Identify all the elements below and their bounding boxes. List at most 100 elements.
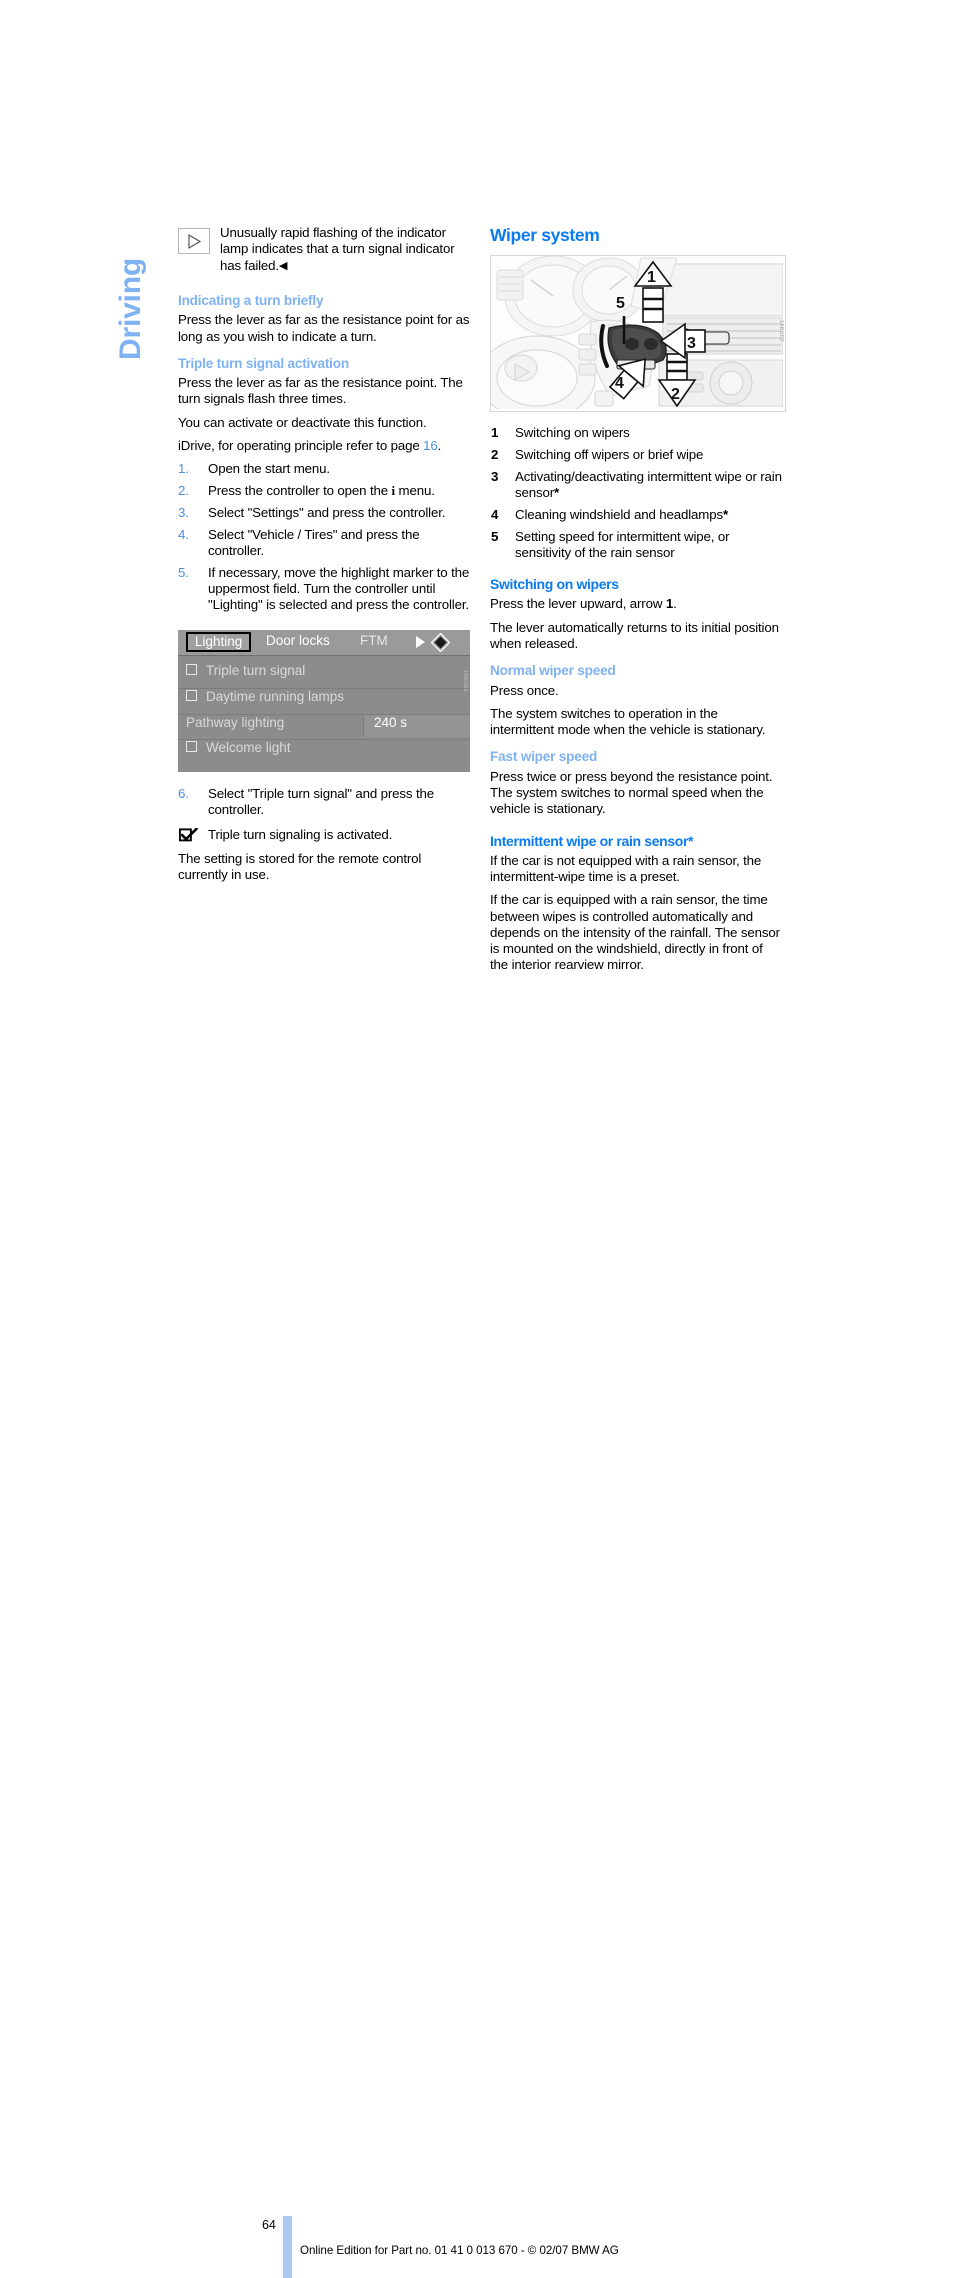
result-confirmation-text: Triple turn signaling is activated. [208,827,393,843]
paragraph-lever-returns: The lever automatically returns to its i… [490,619,779,651]
step-text: Select "Settings" and press the controll… [208,504,446,520]
step-number: 2. [178,483,189,499]
footer-accent-bar [283,2216,292,2278]
illustration-caption: 1ABGDF [778,320,784,343]
option-asterisk: * [722,506,728,522]
step-text: Open the start menu. [208,461,330,477]
svg-text:3: 3 [687,335,696,352]
idrive-ref-suffix: . [437,438,442,453]
idrive-row-label: Daytime running lamps [206,688,345,704]
procedure-steps-list-continued: 6. Select "Triple turn signal" and press… [178,786,470,819]
step-number: 5. [178,564,189,580]
play-triangle-icon [178,228,210,254]
page-title: Wiper system [490,225,600,245]
idrive-row-label: Pathway lighting [186,714,285,730]
footer-edition-note: Online Edition for Part no. 01 41 0 013 … [300,2244,619,2257]
list-item: 5. If necessary, move the highlight mark… [178,565,470,614]
illustration-legend: 1 Switching on wipers 2 Switching off wi… [490,425,784,561]
heading-normal-wiper-speed: Normal wiper speed [490,663,616,679]
list-item: 3 Activating/deactivating intermittent w… [490,469,784,502]
note-block: Unusually rapid flashing of the indicato… [178,225,470,274]
page-reference-link[interactable]: 16 [423,438,438,453]
checkbox-icon[interactable] [186,740,197,752]
idrive-row-triple-turn-signal[interactable]: Triple turn signal [178,663,305,678]
paragraph-indicating-turn: Press the lever as far as the resistance… [178,312,470,344]
list-item: 5 Setting speed for intermittent wipe, o… [490,529,784,562]
controller-diamond-icon[interactable] [430,632,451,653]
paragraph-no-rain-sensor: If the car is not equipped with a rain s… [490,852,762,884]
chapter-side-tab: Driving [100,222,160,362]
list-item: 4. Select "Vehicle / Tires" and press th… [178,527,470,560]
option-asterisk: * [554,485,560,501]
step-text: Select "Triple turn signal" and press th… [208,785,435,817]
list-item: 2 Switching off wipers or brief wipe [490,447,784,463]
press-lever-text: Press the lever upward, arrow [490,596,666,612]
press-lever-suffix: . [673,596,677,612]
note-text-body: Unusually rapid flashing of the indicato… [220,225,455,273]
idrive-tab-ftm[interactable]: FTM [360,633,388,648]
step-number: 4. [178,526,189,542]
step-number: 6. [178,785,189,801]
paragraph-idrive-reference: iDrive, for operating principle refer to… [178,438,470,454]
svg-text:4: 4 [615,375,624,392]
paragraph-press-lever-upward: Press the lever upward, arrow 1. [490,596,784,612]
step-number: 3. [178,504,189,520]
checkbox-icon[interactable] [186,689,197,701]
wiper-illustration-svg: 5 1 2 3 4 [491,256,784,412]
idrive-row-welcome-light[interactable]: Welcome light [178,740,291,755]
idrive-row-daytime-running-lamps[interactable]: Daytime running lamps [178,689,344,704]
legend-number: 1 [491,425,499,441]
idrive-row-label: Welcome light [206,739,291,755]
svg-text:5: 5 [616,295,625,312]
paragraph-intermittent-mode: The system switches to operation in the … [490,705,766,738]
step-text-after: menu. [395,483,435,499]
legend-number: 5 [491,528,499,544]
right-column: Wiper system 5 1 2 3 4 1ABGDF 1 Switchin… [490,225,786,981]
idrive-screenshot: Lighting Door locks FTM Triple turn sign… [178,629,470,772]
list-item: 1 Switching on wipers [490,425,784,441]
heading-fast-wiper-speed: Fast wiper speed [490,749,598,765]
step-text-before: Press the controller to open the [208,483,392,499]
legend-text: Switching off wipers or brief wipe [515,446,704,462]
paragraph-closing: The setting is stored for the remote con… [178,850,422,882]
page-number: 64 [262,2218,276,2232]
heading-indicating-a-turn-briefly: Indicating a turn briefly [178,292,324,308]
procedure-steps-list: 1. Open the start menu. 2. Press the con… [178,461,470,613]
legend-number: 4 [491,506,499,522]
heading-triple-turn-signal-activation: Triple turn signal activation [178,355,349,371]
list-item: 2. Press the controller to open the i me… [178,483,470,499]
chapter-side-tab-label: Driving [114,258,147,360]
idrive-tab-door-locks[interactable]: Door locks [266,633,330,648]
checkbox-icon[interactable] [186,663,197,675]
svg-text:2: 2 [671,386,680,403]
idrive-tab-lighting[interactable]: Lighting [186,631,252,652]
left-column: Unusually rapid flashing of the indicato… [178,225,470,890]
page-footer: 64 Online Edition for Part no. 01 41 0 0… [0,1108,954,2278]
idrive-row-pathway-lighting[interactable]: Pathway lighting [178,715,284,730]
heading-intermittent-wipe-or-rain-sensor: Intermittent wipe or rain sensor* [490,832,694,849]
paragraph-press-once: Press once. [490,682,559,698]
arrow-number-bold: 1 [665,596,674,612]
idrive-row-value: 240 s [374,714,408,730]
legend-text: Setting speed for intermittent wipe, or … [515,528,730,560]
paragraph-normal-speed-stationary: The system switches to normal speed when… [490,785,764,817]
list-item: 4 Cleaning windshield and headlamps* [490,507,784,523]
legend-number: 3 [491,468,499,484]
heading-switching-on-wipers: Switching on wipers [490,576,619,593]
idrive-image-caption: 1ABGDE [462,669,468,692]
legend-text: Switching on wipers [515,425,630,441]
paragraph-with-rain-sensor: If the car is equipped with a rain senso… [490,892,780,973]
result-confirmation: Triple turn signaling is activated. [178,827,470,843]
legend-number: 2 [491,446,499,462]
arrow-right-icon[interactable] [416,635,425,648]
step-number: 1. [178,461,189,477]
paragraph-press-twice: Press twice or press beyond the resistan… [490,768,773,784]
list-item: 1. Open the start menu. [178,461,470,477]
paragraph-triple-turn-1: Press the lever as far as the resistance… [178,375,463,407]
list-item: 3. Select "Settings" and press the contr… [178,505,470,521]
svg-text:1: 1 [647,269,656,286]
idrive-row-label: Triple turn signal [206,662,306,678]
wiper-stalk-illustration: 5 1 2 3 4 1ABGDF [490,255,786,413]
idrive-ref-prefix: iDrive, for operating principle refer to… [178,438,424,453]
paragraph-triple-turn-2: You can activate or deactivate this func… [178,414,427,430]
